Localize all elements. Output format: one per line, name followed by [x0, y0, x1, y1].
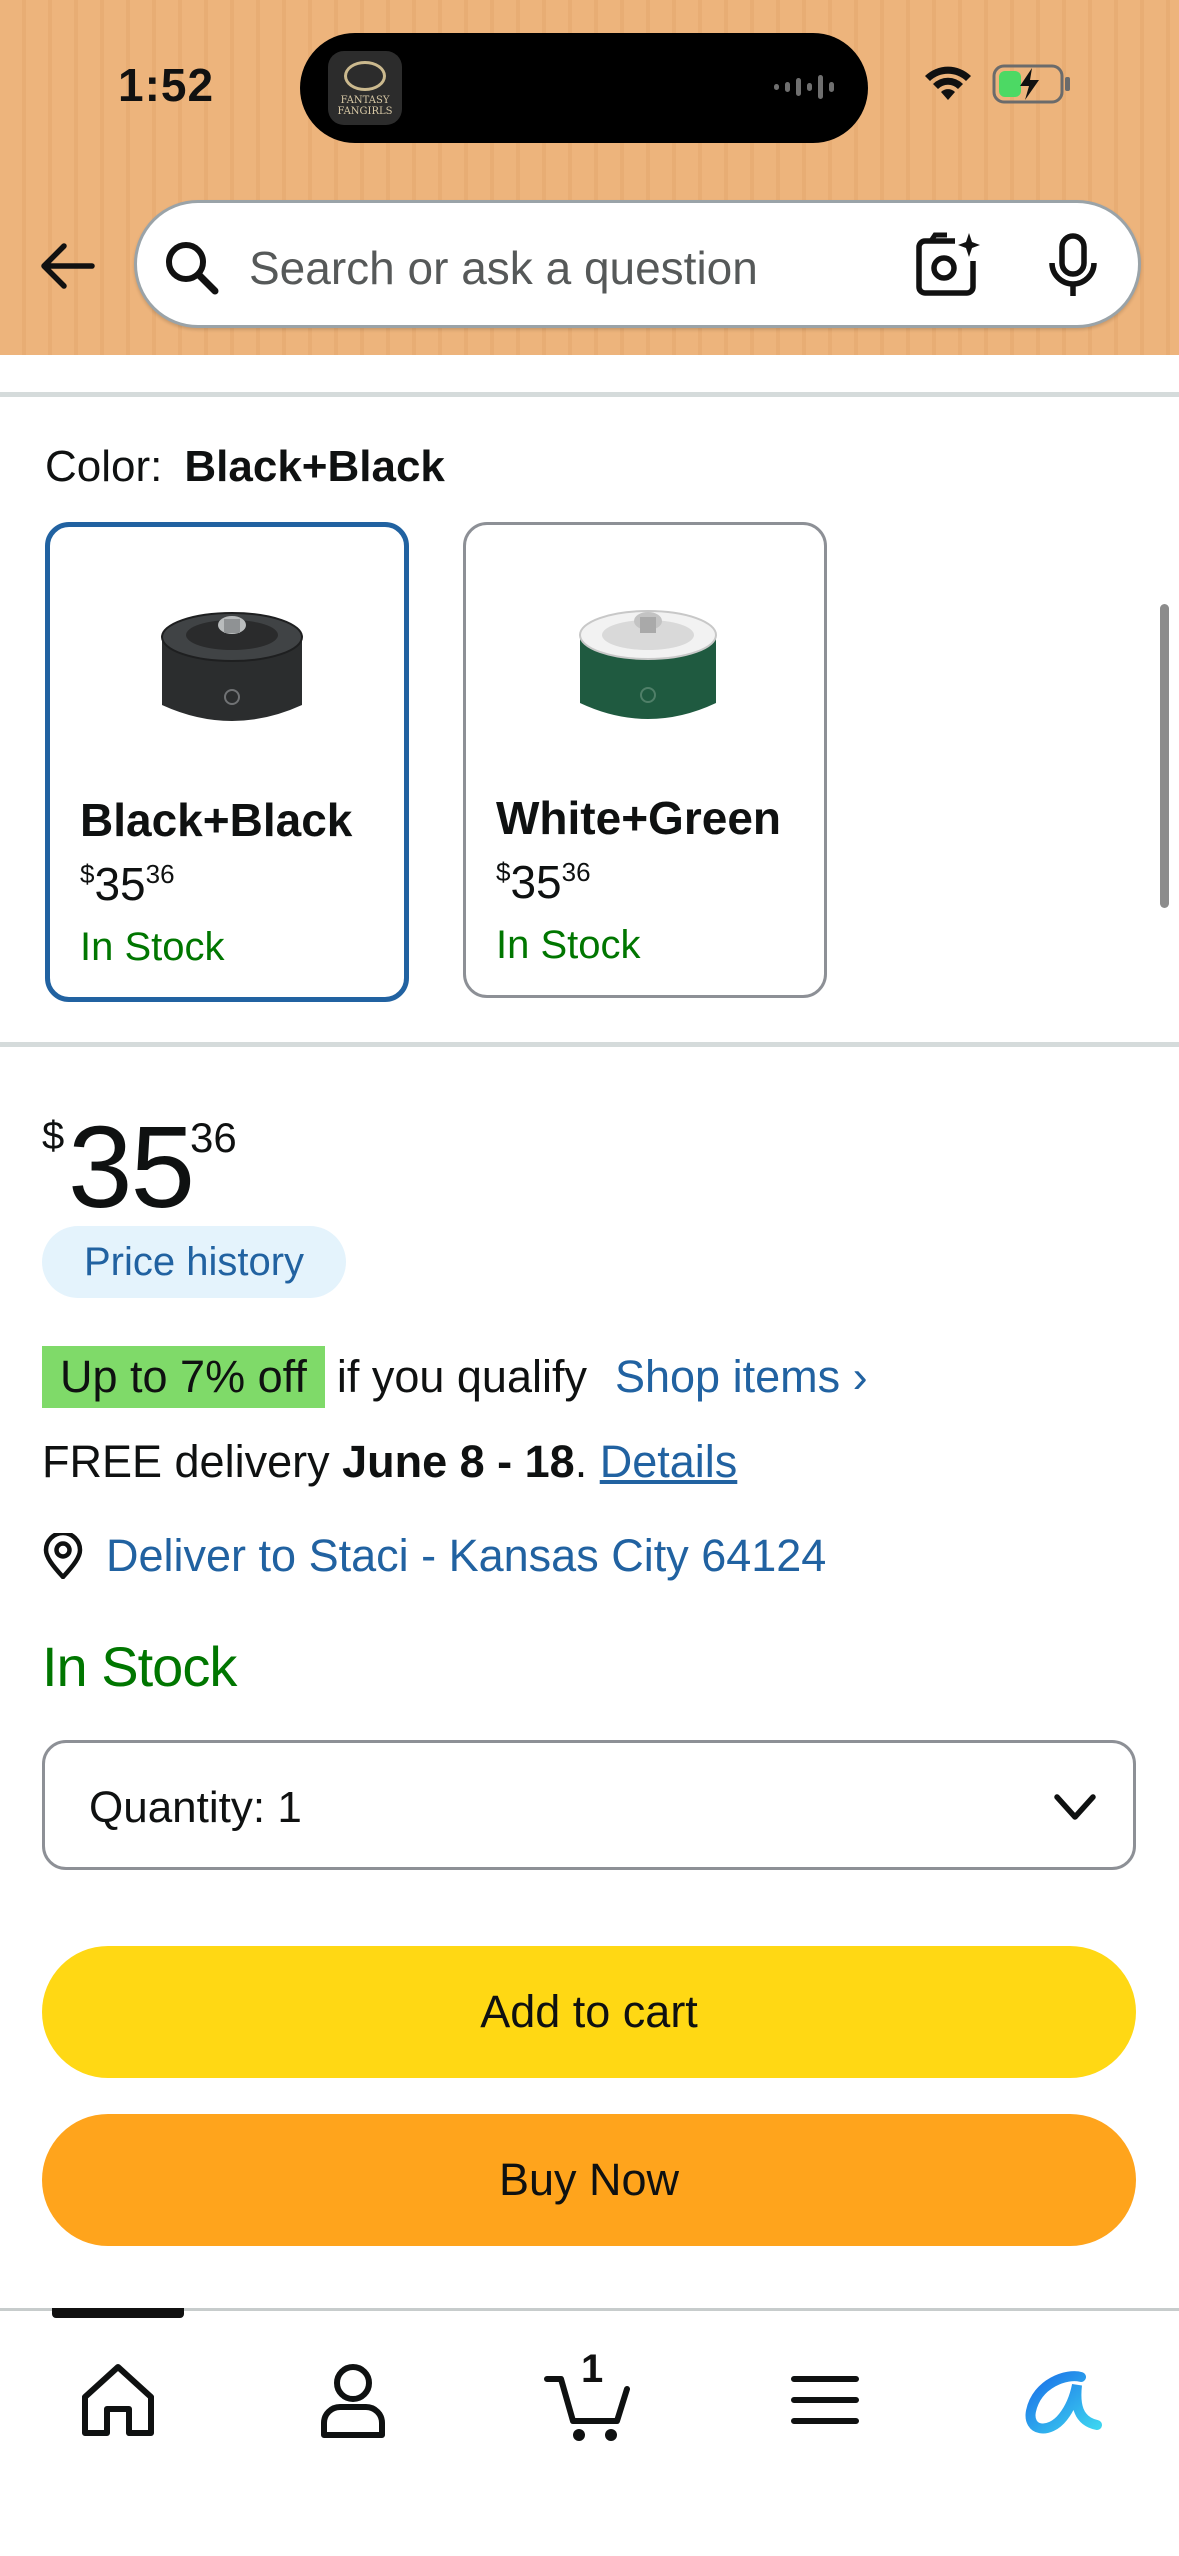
color-option-name: White+Green [496, 792, 782, 844]
product-image-green [579, 610, 717, 719]
menu-icon[interactable] [780, 2355, 870, 2445]
color-option-price: $3536 [496, 856, 591, 908]
camera-lens-icon[interactable] [913, 231, 981, 299]
color-option-price: $3536 [80, 858, 175, 910]
product-image-black [161, 612, 303, 721]
battery-charging-icon [992, 64, 1070, 104]
bottom-nav: 1 [0, 2308, 1179, 2556]
home-icon[interactable] [73, 2355, 163, 2445]
add-to-cart-button[interactable]: Add to cart [42, 1946, 1136, 2078]
quantity-label: Quantity: 1 [89, 1783, 302, 1832]
color-scrollbar[interactable] [1160, 604, 1169, 908]
price-fraction: 36 [190, 1114, 237, 1161]
color-selected-value: Black+Black [184, 442, 445, 491]
location-pin-icon [43, 1533, 83, 1579]
quantity-value: 1 [277, 1783, 302, 1832]
deal-badge: Up to 7% off [42, 1346, 325, 1408]
dynamic-island[interactable]: FANTASY FANGIRLS [300, 33, 868, 143]
search-bar[interactable]: Search or ask a question [134, 200, 1141, 328]
deal-row: Up to 7% off if you qualify Shop items › [42, 1346, 868, 1408]
rufus-assistant-icon[interactable] [1015, 2355, 1105, 2445]
color-option-stock: In Stock [496, 923, 641, 967]
app-header: 1:52 FANTASY FANGIRLS Search or ask a qu… [0, 0, 1179, 355]
deliver-to-link[interactable]: Deliver to Staci - Kansas City 64124 [42, 1530, 826, 1582]
buy-now-button[interactable]: Buy Now [42, 2114, 1136, 2246]
search-icon [166, 242, 219, 295]
account-icon[interactable] [308, 2355, 398, 2445]
audio-waveform-icon [774, 75, 834, 99]
stock-status: In Stock [42, 1635, 237, 1698]
price-currency: $ [42, 1114, 65, 1158]
price-whole: 35 [68, 1102, 195, 1232]
deliver-to-text: Deliver to Staci - Kansas City 64124 [106, 1530, 827, 1581]
color-label-text: Color: [45, 442, 163, 491]
microphone-icon[interactable] [1045, 233, 1101, 299]
fantasy-fangirls-app-icon[interactable]: FANTASY FANGIRLS [328, 51, 402, 125]
status-time: 1:52 [118, 59, 215, 111]
section-divider [0, 1042, 1179, 1047]
search-input[interactable]: Search or ask a question [249, 241, 758, 295]
price-history-button[interactable]: Price history [42, 1226, 346, 1298]
deal-text: if you qualify [336, 1351, 587, 1402]
back-arrow-icon[interactable] [36, 236, 96, 296]
color-label: Color: Black+Black [45, 442, 445, 492]
color-option-name: Black+Black [80, 794, 353, 846]
color-option-black-black[interactable]: Black+Black $3536 In Stock [45, 522, 409, 1002]
cart-nav-button[interactable]: 1 [543, 2347, 633, 2445]
active-tab-indicator [52, 2308, 184, 2318]
shop-items-link[interactable]: Shop items › [615, 1351, 868, 1403]
delivery-dates: June 8 - 18 [342, 1436, 575, 1487]
wifi-icon [925, 66, 971, 100]
chevron-down-icon [1054, 1794, 1096, 1820]
color-option-white-green[interactable]: White+Green $3536 In Stock [463, 522, 827, 998]
delivery-details-link[interactable]: Details [600, 1436, 738, 1487]
delivery-info: FREE delivery June 8 - 18. Details [42, 1436, 738, 1487]
quantity-select[interactable]: Quantity: 1 [42, 1740, 1136, 1870]
cart-count-badge: 1 [581, 2347, 604, 2391]
color-option-stock: In Stock [80, 925, 225, 969]
section-divider [0, 392, 1179, 397]
island-app-name: FANTASY FANGIRLS [337, 95, 393, 117]
